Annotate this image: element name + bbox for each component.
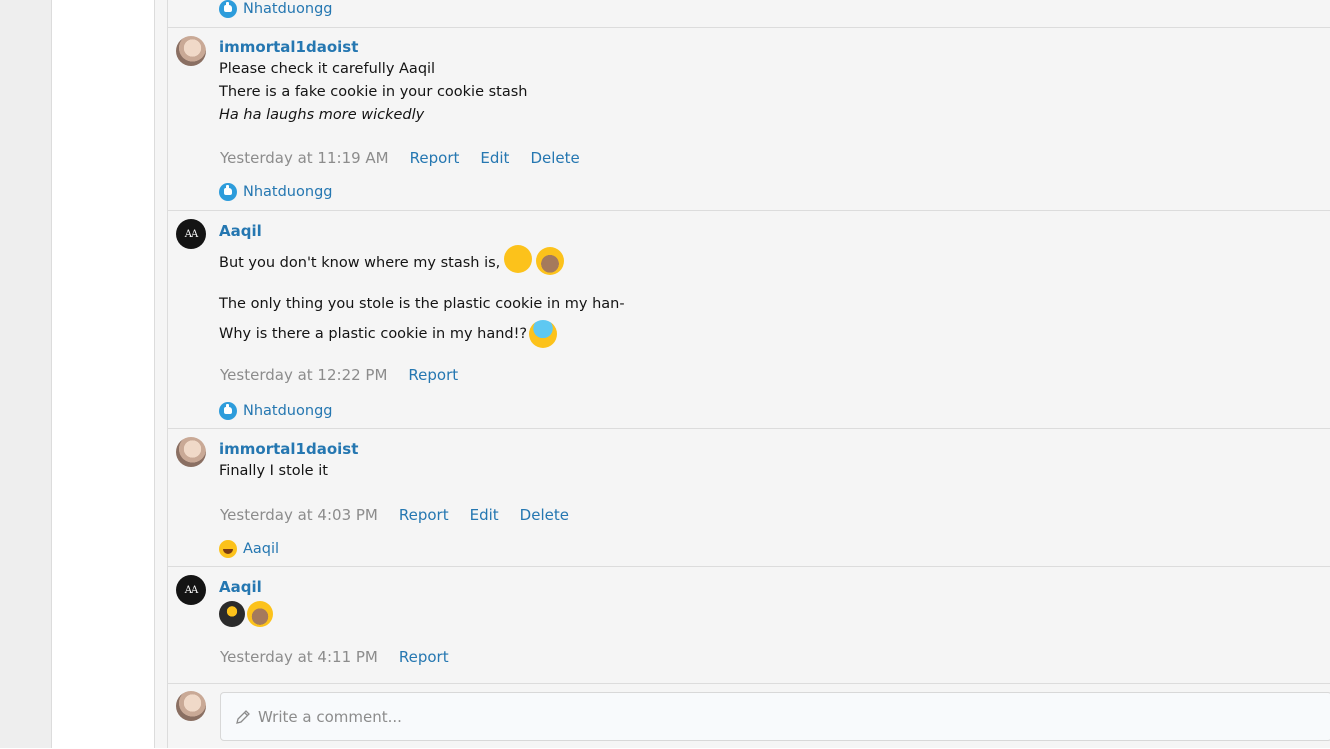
comment-text: There is a fake cookie in your cookie st…	[219, 84, 528, 100]
report-link[interactable]: Report	[399, 648, 449, 666]
rofl-icon	[219, 540, 237, 558]
comment-text: Why is there a plastic cookie in my hand…	[219, 326, 528, 342]
reaction-user-link[interactable]: Nhatduongg	[243, 184, 332, 200]
comment-author[interactable]: Aaqil	[219, 222, 262, 240]
comment-text-row: Why is there a plastic cookie in my hand…	[219, 320, 558, 348]
comment-placeholder: Write a comment...	[258, 707, 402, 726]
avatar[interactable]: AA	[176, 219, 206, 249]
comment-timestamp[interactable]: Yesterday at 4:11 PM	[220, 648, 378, 666]
left-gutter	[0, 0, 52, 748]
comment-item: AA Aaqil But you don't know where my sta…	[168, 210, 1330, 429]
comment-text: But you don't know where my stash is,	[219, 255, 501, 271]
thumbs-up-icon	[219, 0, 237, 18]
avatar[interactable]	[176, 437, 206, 467]
reaction-user-link[interactable]: Nhatduongg	[243, 1, 332, 17]
delete-link[interactable]: Delete	[520, 506, 569, 524]
comment-meta: Yesterday at 4:11 PM Report	[220, 648, 449, 666]
report-link[interactable]: Report	[408, 366, 458, 384]
comment-timestamp[interactable]: Yesterday at 11:19 AM	[220, 149, 389, 167]
comment-text: The only thing you stole is the plastic …	[219, 296, 625, 312]
edit-link[interactable]: Edit	[480, 149, 509, 167]
ninja-face-icon	[219, 601, 245, 627]
avatar-initials: AA	[184, 584, 198, 596]
comment-emoji-row	[219, 601, 273, 627]
current-user-avatar	[176, 691, 206, 721]
reaction-user-link[interactable]: Aaqil	[243, 541, 279, 557]
reaction-bar: Nhatduongg	[219, 182, 332, 202]
comment-timestamp[interactable]: Yesterday at 4:03 PM	[220, 506, 378, 524]
comments-list: Nhatduongg immortal1daoist Please check …	[167, 0, 1330, 748]
left-column	[52, 0, 155, 748]
report-link[interactable]: Report	[410, 149, 460, 167]
avatar[interactable]	[176, 36, 206, 66]
avatar[interactable]: AA	[176, 575, 206, 605]
comment-item: AA Aaqil Yesterday at 4:11 PM Report	[168, 566, 1330, 684]
pencil-icon	[236, 709, 250, 724]
comment-item: immortal1daoist Please check it carefull…	[168, 27, 1330, 211]
comment-author[interactable]: Aaqil	[219, 578, 262, 596]
cookie-face-icon	[247, 601, 273, 627]
cookie-face-icon	[536, 247, 565, 275]
screaming-face-icon	[529, 320, 558, 348]
comment-item: immortal1daoist Finally I stole it Yeste…	[168, 428, 1330, 567]
comment-text: Ha ha laughs more wickedly	[219, 107, 425, 123]
comment-meta: Yesterday at 11:19 AM Report Edit Delete	[220, 149, 580, 167]
edit-link[interactable]: Edit	[470, 506, 499, 524]
comment-author[interactable]: immortal1daoist	[219, 38, 358, 56]
winking-face-icon	[504, 245, 533, 273]
comment-text-row: But you don't know where my stash is,	[219, 245, 565, 277]
thumbs-up-icon	[219, 183, 237, 201]
delete-link[interactable]: Delete	[530, 149, 579, 167]
avatar-initials: AA	[184, 228, 198, 240]
comments-panel: Nhatduongg immortal1daoist Please check …	[155, 0, 1330, 748]
comment-form: Write a comment...	[168, 683, 1330, 749]
comment-text: Finally I stole it	[219, 463, 328, 479]
comment-timestamp[interactable]: Yesterday at 12:22 PM	[220, 366, 387, 384]
comment-meta: Yesterday at 4:03 PM Report Edit Delete	[220, 506, 569, 524]
report-link[interactable]: Report	[399, 506, 449, 524]
comment-meta: Yesterday at 12:22 PM Report	[220, 366, 458, 384]
reaction-bar: Nhatduongg	[219, 0, 332, 19]
reaction-bar: Aaqil	[219, 539, 279, 559]
reaction-user-link[interactable]: Nhatduongg	[243, 403, 332, 419]
reaction-bar: Nhatduongg	[219, 401, 332, 421]
comment-text: Please check it carefully Aaqil	[219, 61, 436, 77]
comment-author[interactable]: immortal1daoist	[219, 440, 358, 458]
thumbs-up-icon	[219, 402, 237, 420]
comment-input[interactable]: Write a comment...	[220, 692, 1330, 741]
